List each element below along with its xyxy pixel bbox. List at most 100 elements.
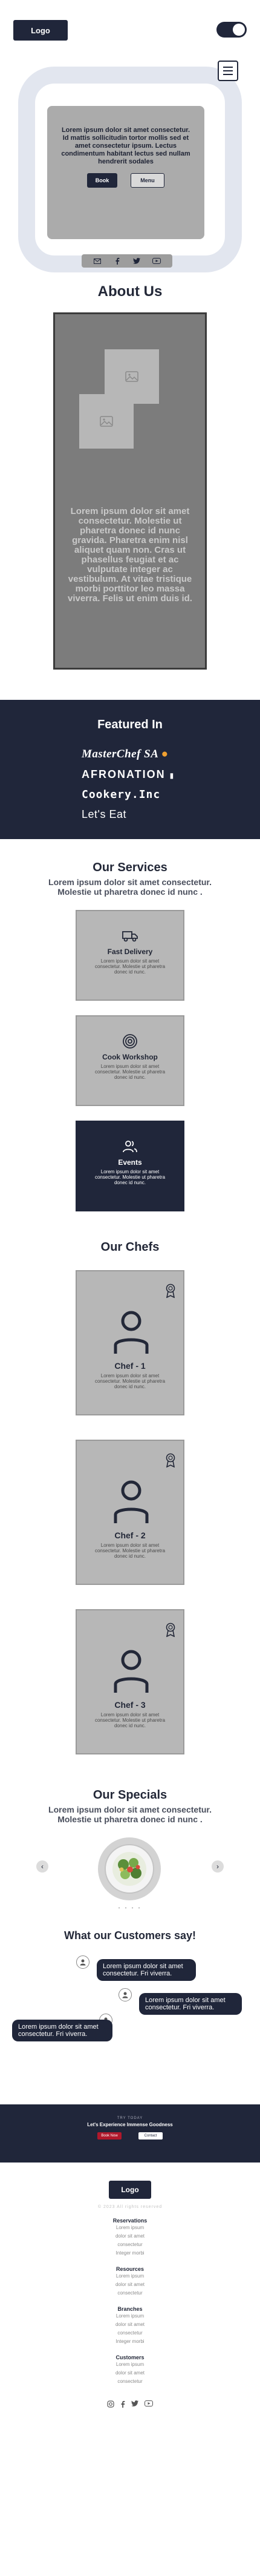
site-header: Logo [0, 0, 260, 61]
youtube-icon[interactable] [152, 257, 161, 265]
service-title: Events [118, 1158, 142, 1167]
service-title: Cook Workshop [102, 1053, 158, 1061]
service-card-fast-delivery[interactable]: Fast Delivery Lorem ipsum dolor sit amet… [76, 910, 184, 1001]
footer-heading: Resources [115, 2266, 145, 2272]
testimonial-bubble: Lorem ipsum dolor sit amet consectetur. … [139, 1993, 242, 2015]
truck-icon [122, 931, 138, 942]
twitter-icon[interactable] [132, 257, 141, 265]
dish-image [98, 1837, 161, 1900]
hamburger-menu-button[interactable] [218, 61, 238, 81]
footer-group-resources: Resources Lorem ipsum dolor sit amet con… [0, 2266, 260, 2298]
brand-logo-masterchef: MasterChef SA ● [82, 748, 178, 761]
brand-logo-afronation: AFRONATION ▮ [82, 768, 178, 781]
footer-logo[interactable]: Logo [109, 2181, 151, 2199]
testimonial-bubble: Lorem ipsum dolor sit amet consectetur. … [12, 2020, 112, 2041]
chef-avatar-icon [114, 1311, 149, 1354]
about-card: Lorem ipsum dolor sit amet consectetur. … [53, 312, 207, 670]
facebook-icon[interactable] [120, 2400, 125, 2408]
about-title: About Us [97, 283, 163, 300]
facebook-icon[interactable] [113, 257, 122, 265]
footer-link[interactable]: Lorem ipsum [0, 2272, 260, 2281]
chef-card[interactable]: Chef - 2 Lorem ipsum dolor sit amet cons… [76, 1440, 184, 1585]
social-bar [82, 254, 172, 268]
footer-heading: Branches [117, 2306, 143, 2312]
hero-text: Lorem ipsum dolor sit amet consectetur. … [61, 127, 190, 165]
footer-link[interactable]: Lorem ipsum [0, 2224, 260, 2232]
customer-avatar [119, 1988, 132, 2001]
service-text: Lorem ipsum dolor sit amet consectetur. … [94, 1064, 166, 1080]
about-image [79, 394, 134, 449]
brand-name: MasterChef SA [82, 748, 158, 760]
menu-bar-icon [223, 70, 233, 71]
copyright-text: © 2023 All rights reserved [97, 2205, 163, 2209]
testimonial-bubble: Lorem ipsum dolor sit amet consectetur. … [97, 1959, 196, 1981]
cta-actions: Book Now Contact [0, 2132, 260, 2140]
brand-list: MasterChef SA ● AFRONATION ▮ Cookery.Inc… [0, 748, 260, 821]
footer-link[interactable]: Integer morbi [0, 2249, 260, 2258]
service-text: Lorem ipsum dolor sit amet consectetur. … [94, 958, 166, 975]
instagram-icon[interactable] [107, 2400, 114, 2408]
footer-group-reservations: Reservations Lorem ipsum dolor sit amet … [0, 2218, 260, 2258]
carousel-dots[interactable]: • • • • [0, 1905, 260, 1911]
featured-section: Featured In MasterChef SA ● AFRONATION ▮… [0, 700, 260, 839]
testimonials-section: What our Customers say! Lorem ipsum dolo… [0, 1912, 260, 2089]
footer-link[interactable]: consectetur [0, 2241, 260, 2249]
page: Logo Lorem ipsum dolor sit amet consecte… [0, 0, 260, 2432]
chef-name: Chef - 1 [114, 1361, 146, 1371]
chefs-section: Our Chefs Chef - 1 Lorem ipsum dolor sit… [0, 1211, 260, 1754]
twitter-icon[interactable] [131, 2400, 138, 2406]
footer-link[interactable]: dolor sit amet [0, 2232, 260, 2241]
chef-text: Lorem ipsum dolor sit amet consectetur. … [94, 1373, 166, 1389]
cta-banner: TRY TODAY Let's Experience Immense Goodn… [0, 2104, 260, 2163]
footer-link[interactable]: dolor sit amet [0, 2281, 260, 2289]
service-card-cook-workshop[interactable]: Cook Workshop Lorem ipsum dolor sit amet… [76, 1015, 184, 1106]
specials-section: Our Specials Lorem ipsum dolor sit amet … [0, 1754, 260, 1912]
salad-bowl-icon [105, 1844, 154, 1894]
hero-section: Lorem ipsum dolor sit amet consectetur. … [0, 61, 260, 278]
service-text: Lorem ipsum dolor sit amet consectetur. … [94, 1169, 166, 1185]
youtube-icon[interactable] [145, 2400, 153, 2406]
people-icon [123, 1141, 137, 1153]
carousel-next-button[interactable]: › [212, 1860, 224, 1873]
email-icon[interactable] [93, 257, 102, 265]
chef-card[interactable]: Chef - 3 Lorem ipsum dolor sit amet cons… [76, 1609, 184, 1754]
medal-icon [166, 1453, 175, 1468]
chef-text: Lorem ipsum dolor sit amet consectetur. … [94, 1712, 166, 1728]
specials-subtitle: Lorem ipsum dolor sit amet consectetur. … [48, 1805, 212, 1824]
footer-link[interactable]: consectetur [0, 2289, 260, 2298]
image-icon [125, 371, 138, 382]
footer-link[interactable]: dolor sit amet [0, 2369, 260, 2377]
target-icon [123, 1034, 137, 1049]
hero-actions: Book Menu [59, 173, 192, 188]
service-title: Fast Delivery [107, 947, 153, 956]
footer-link[interactable]: consectetur [0, 2329, 260, 2337]
cta-book-button[interactable]: Book Now [97, 2132, 122, 2140]
menu-bar-icon [223, 74, 233, 75]
footer-link[interactable]: Lorem ipsum [0, 2360, 260, 2369]
cta-contact-button[interactable]: Contact [138, 2132, 163, 2140]
footer-link[interactable]: consectetur [0, 2377, 260, 2386]
testimonial-list: Lorem ipsum dolor sit amet consectetur. … [0, 1949, 260, 2089]
user-icon [80, 1959, 86, 1966]
featured-title: Featured In [97, 718, 163, 731]
medal-icon [166, 1622, 175, 1637]
menu-bar-icon [223, 67, 233, 68]
mic-icon: ▮ [169, 771, 175, 780]
service-card-events[interactable]: Events Lorem ipsum dolor sit amet consec… [76, 1121, 184, 1211]
specials-carousel: ‹ › • • • • [0, 1834, 260, 1912]
site-footer: Logo © 2023 All rights reserved Reservat… [0, 2163, 260, 2432]
footer-link[interactable]: Integer morbi [0, 2337, 260, 2346]
logo-button[interactable]: Logo [13, 20, 68, 41]
carousel-prev-button[interactable]: ‹ [36, 1860, 48, 1873]
theme-toggle[interactable] [216, 22, 247, 38]
chef-card[interactable]: Chef - 1 Lorem ipsum dolor sit amet cons… [76, 1270, 184, 1415]
chef-avatar-icon [114, 1650, 149, 1693]
cta-title: Let's Experience Immense Goodness [87, 2122, 173, 2127]
brand-name: AFRONATION [82, 768, 166, 780]
book-button[interactable]: Book [87, 173, 117, 188]
flame-icon: ● [161, 748, 169, 760]
footer-link[interactable]: dolor sit amet [0, 2321, 260, 2329]
menu-button[interactable]: Menu [131, 173, 164, 188]
footer-link[interactable]: Lorem ipsum [0, 2312, 260, 2321]
about-text: Lorem ipsum dolor sit amet consectetur. … [68, 506, 192, 604]
